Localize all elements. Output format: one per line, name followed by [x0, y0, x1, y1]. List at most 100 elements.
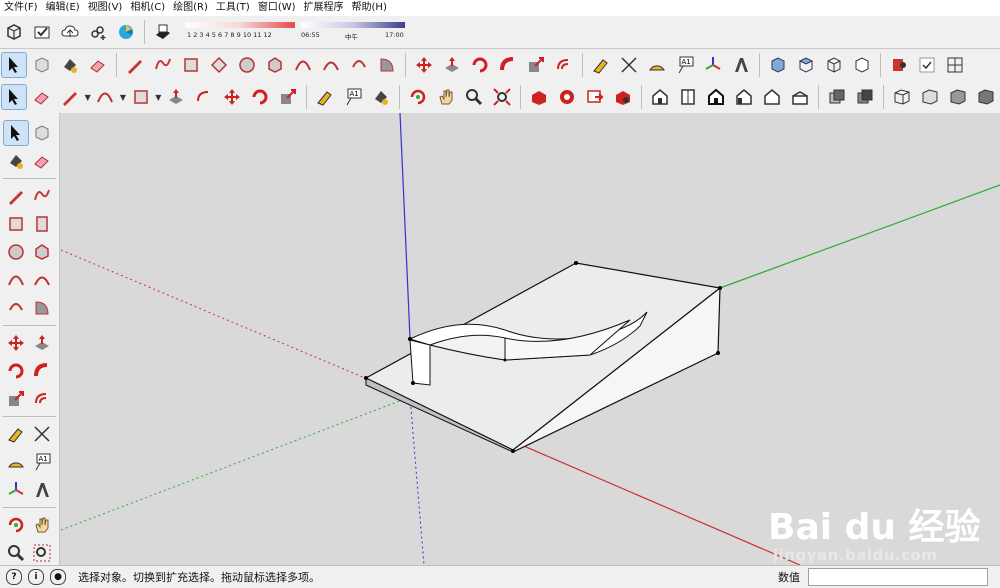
3d-warehouse-icon[interactable]: [527, 85, 551, 109]
paint-bucket-icon[interactable]: [369, 85, 393, 109]
line-pencil-icon[interactable]: [58, 85, 82, 109]
make-component-icon[interactable]: [30, 121, 54, 145]
line-pencil-icon[interactable]: [123, 53, 147, 77]
chevron-down-icon[interactable]: ▼: [155, 85, 162, 109]
freehand-icon[interactable]: [151, 53, 175, 77]
rotate-icon[interactable]: [4, 359, 28, 383]
pan-hand-icon[interactable]: [30, 513, 54, 537]
push-pull-icon[interactable]: [164, 85, 188, 109]
menu-tools[interactable]: 工具(T): [212, 0, 254, 16]
eraser-icon[interactable]: [30, 85, 54, 109]
menu-help[interactable]: 帮助(H): [348, 0, 391, 16]
arc-2pt-icon[interactable]: [319, 53, 343, 77]
eraser-icon[interactable]: [30, 149, 54, 173]
menu-window[interactable]: 窗口(W): [254, 0, 300, 16]
confirm-check-icon[interactable]: [915, 53, 939, 77]
extension-manager-icon[interactable]: [611, 85, 635, 109]
xray-icon[interactable]: [825, 85, 849, 109]
arc-2pt-icon[interactable]: [30, 268, 54, 292]
right-house-icon[interactable]: [732, 85, 756, 109]
front-house-icon[interactable]: [704, 85, 728, 109]
select-arrow-icon[interactable]: [1, 52, 27, 78]
axes-icon[interactable]: [4, 478, 28, 502]
scale-icon[interactable]: [524, 53, 548, 77]
3d-text-icon[interactable]: [30, 478, 54, 502]
move-icon[interactable]: [412, 53, 436, 77]
extension-warehouse-icon[interactable]: [114, 20, 138, 44]
arc-icon[interactable]: [93, 85, 117, 109]
dimension-icon[interactable]: [30, 422, 54, 446]
circle-icon[interactable]: [4, 240, 28, 264]
textured-style-icon[interactable]: [974, 85, 998, 109]
tape-measure-icon[interactable]: [4, 422, 28, 446]
freehand-icon[interactable]: [30, 184, 54, 208]
3d-text-icon[interactable]: [729, 53, 753, 77]
zoom-extents-icon[interactable]: [490, 85, 514, 109]
measurements-input[interactable]: [808, 568, 988, 586]
paint-bucket-icon[interactable]: [58, 53, 82, 77]
get-models-icon[interactable]: [555, 85, 579, 109]
model-info-icon[interactable]: [2, 20, 26, 44]
move-icon[interactable]: [4, 331, 28, 355]
axes-icon[interactable]: [701, 53, 725, 77]
rectangle-icon[interactable]: [129, 85, 153, 109]
orbit-icon[interactable]: [406, 85, 430, 109]
follow-me-icon[interactable]: [30, 359, 54, 383]
iso-house-icon[interactable]: [648, 85, 672, 109]
arc-3pt-icon[interactable]: [4, 296, 28, 320]
zoom-icon[interactable]: [462, 85, 486, 109]
scale-icon[interactable]: [276, 85, 300, 109]
orbit-icon[interactable]: [4, 513, 28, 537]
menu-edit[interactable]: 编辑(E): [42, 0, 84, 16]
line-pencil-icon[interactable]: [4, 184, 28, 208]
pan-hand-icon[interactable]: [434, 85, 458, 109]
menu-file[interactable]: 文件(F): [0, 0, 42, 16]
offset-icon[interactable]: [30, 387, 54, 411]
arc-3pt-icon[interactable]: [347, 53, 371, 77]
rotated-rectangle-icon[interactable]: [207, 53, 231, 77]
text-icon[interactable]: A1: [30, 450, 54, 474]
share-link-icon[interactable]: [86, 20, 110, 44]
rotate-icon[interactable]: [248, 85, 272, 109]
top-house-icon[interactable]: [676, 85, 700, 109]
geo-location-icon[interactable]: ?: [6, 569, 22, 585]
paint-bucket-icon[interactable]: [4, 149, 28, 173]
menu-draw[interactable]: 绘图(R): [169, 0, 212, 16]
move-icon[interactable]: [220, 85, 244, 109]
chevron-down-icon[interactable]: ▼: [119, 85, 126, 109]
rotate-icon[interactable]: [468, 53, 492, 77]
chevron-down-icon[interactable]: ▼: [84, 85, 91, 109]
shadows-toggle-icon[interactable]: [151, 20, 175, 44]
zoom-window-icon[interactable]: [30, 541, 54, 565]
info-icon[interactable]: i: [28, 569, 44, 585]
scale-icon[interactable]: [4, 387, 28, 411]
solid-tools-icon[interactable]: [943, 53, 967, 77]
wireframe-box-icon[interactable]: [822, 53, 846, 77]
tape-measure-icon[interactable]: [313, 85, 337, 109]
menu-extensions[interactable]: 扩展程序: [300, 0, 348, 16]
arc-icon[interactable]: [291, 53, 315, 77]
left-house-icon[interactable]: [788, 85, 812, 109]
circle-icon[interactable]: [235, 53, 259, 77]
push-pull-icon[interactable]: [440, 53, 464, 77]
check-icon[interactable]: [30, 20, 54, 44]
shadow-date-slider[interactable]: 1 2 3 4 5 6 7 8 9 10 11 12: [185, 19, 295, 45]
make-component-icon[interactable]: [30, 53, 54, 77]
arc-icon[interactable]: [4, 268, 28, 292]
tape-measure-icon[interactable]: [589, 53, 613, 77]
polygon-icon[interactable]: [30, 240, 54, 264]
hidden-line-icon[interactable]: [850, 53, 874, 77]
iso-view-icon[interactable]: [766, 53, 790, 77]
user-account-icon[interactable]: ●: [50, 569, 66, 585]
rectangle-icon[interactable]: [4, 212, 28, 236]
eraser-icon[interactable]: [86, 53, 110, 77]
menu-view[interactable]: 视图(V): [84, 0, 127, 16]
offset-icon[interactable]: [552, 53, 576, 77]
text-icon[interactable]: A1: [673, 53, 697, 77]
rotated-rectangle-icon[interactable]: [30, 212, 54, 236]
polygon-icon[interactable]: [263, 53, 287, 77]
protractor-icon[interactable]: [4, 450, 28, 474]
pie-icon[interactable]: [375, 53, 399, 77]
shaded-style-icon[interactable]: [946, 85, 970, 109]
hidden-line-style-icon[interactable]: [918, 85, 942, 109]
